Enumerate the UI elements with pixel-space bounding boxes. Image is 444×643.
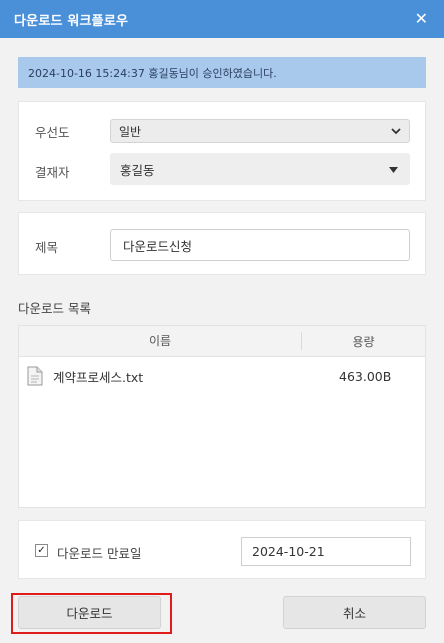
download-file-table: 이름 용량 계약프로세스.txt 463.00B: [18, 325, 426, 508]
expiry-panel: ✓ 다운로드 만료일: [18, 520, 426, 579]
priority-select-value: 일반: [119, 124, 142, 139]
file-name: 계약프로세스.txt: [53, 369, 144, 385]
settings-panel: 우선도 일반 결재자 홍길동: [18, 101, 426, 201]
chevron-down-icon: [391, 125, 401, 138]
expiry-checkbox-label: 다운로드 만료일: [57, 546, 142, 561]
expiry-date-input[interactable]: [241, 537, 411, 566]
subject-label: 제목: [35, 240, 59, 255]
dialog-title: 다운로드 워크플로우: [14, 13, 129, 29]
file-size: 463.00B: [339, 368, 392, 384]
approver-select-value: 홍길동: [120, 162, 155, 178]
table-row[interactable]: 계약프로세스.txt 463.00B: [19, 357, 425, 395]
cancel-button[interactable]: 취소: [283, 596, 426, 629]
subject-input[interactable]: [110, 229, 410, 261]
column-header-size[interactable]: 용량: [302, 333, 425, 350]
download-list-title: 다운로드 목록: [18, 301, 91, 316]
priority-select[interactable]: 일반: [110, 119, 410, 143]
subject-panel: 제목: [18, 212, 426, 275]
approval-notice-text: 2024-10-16 15:24:37 홍길동님이 승인하였습니다.: [28, 66, 277, 80]
column-header-name[interactable]: 이름: [19, 332, 302, 350]
approval-notice: 2024-10-16 15:24:37 홍길동님이 승인하였습니다.: [18, 57, 426, 88]
caret-down-icon: [389, 163, 398, 176]
file-icon: [27, 366, 43, 386]
close-icon[interactable]: ✕: [415, 11, 428, 27]
approver-label: 결재자: [35, 165, 70, 180]
table-header: 이름 용량: [19, 326, 425, 357]
priority-label: 우선도: [35, 125, 70, 140]
download-button[interactable]: 다운로드: [18, 596, 161, 629]
expiry-checkbox[interactable]: ✓: [35, 544, 48, 557]
approver-select[interactable]: 홍길동: [110, 153, 410, 185]
dialog-titlebar: 다운로드 워크플로우 ✕: [0, 0, 444, 38]
